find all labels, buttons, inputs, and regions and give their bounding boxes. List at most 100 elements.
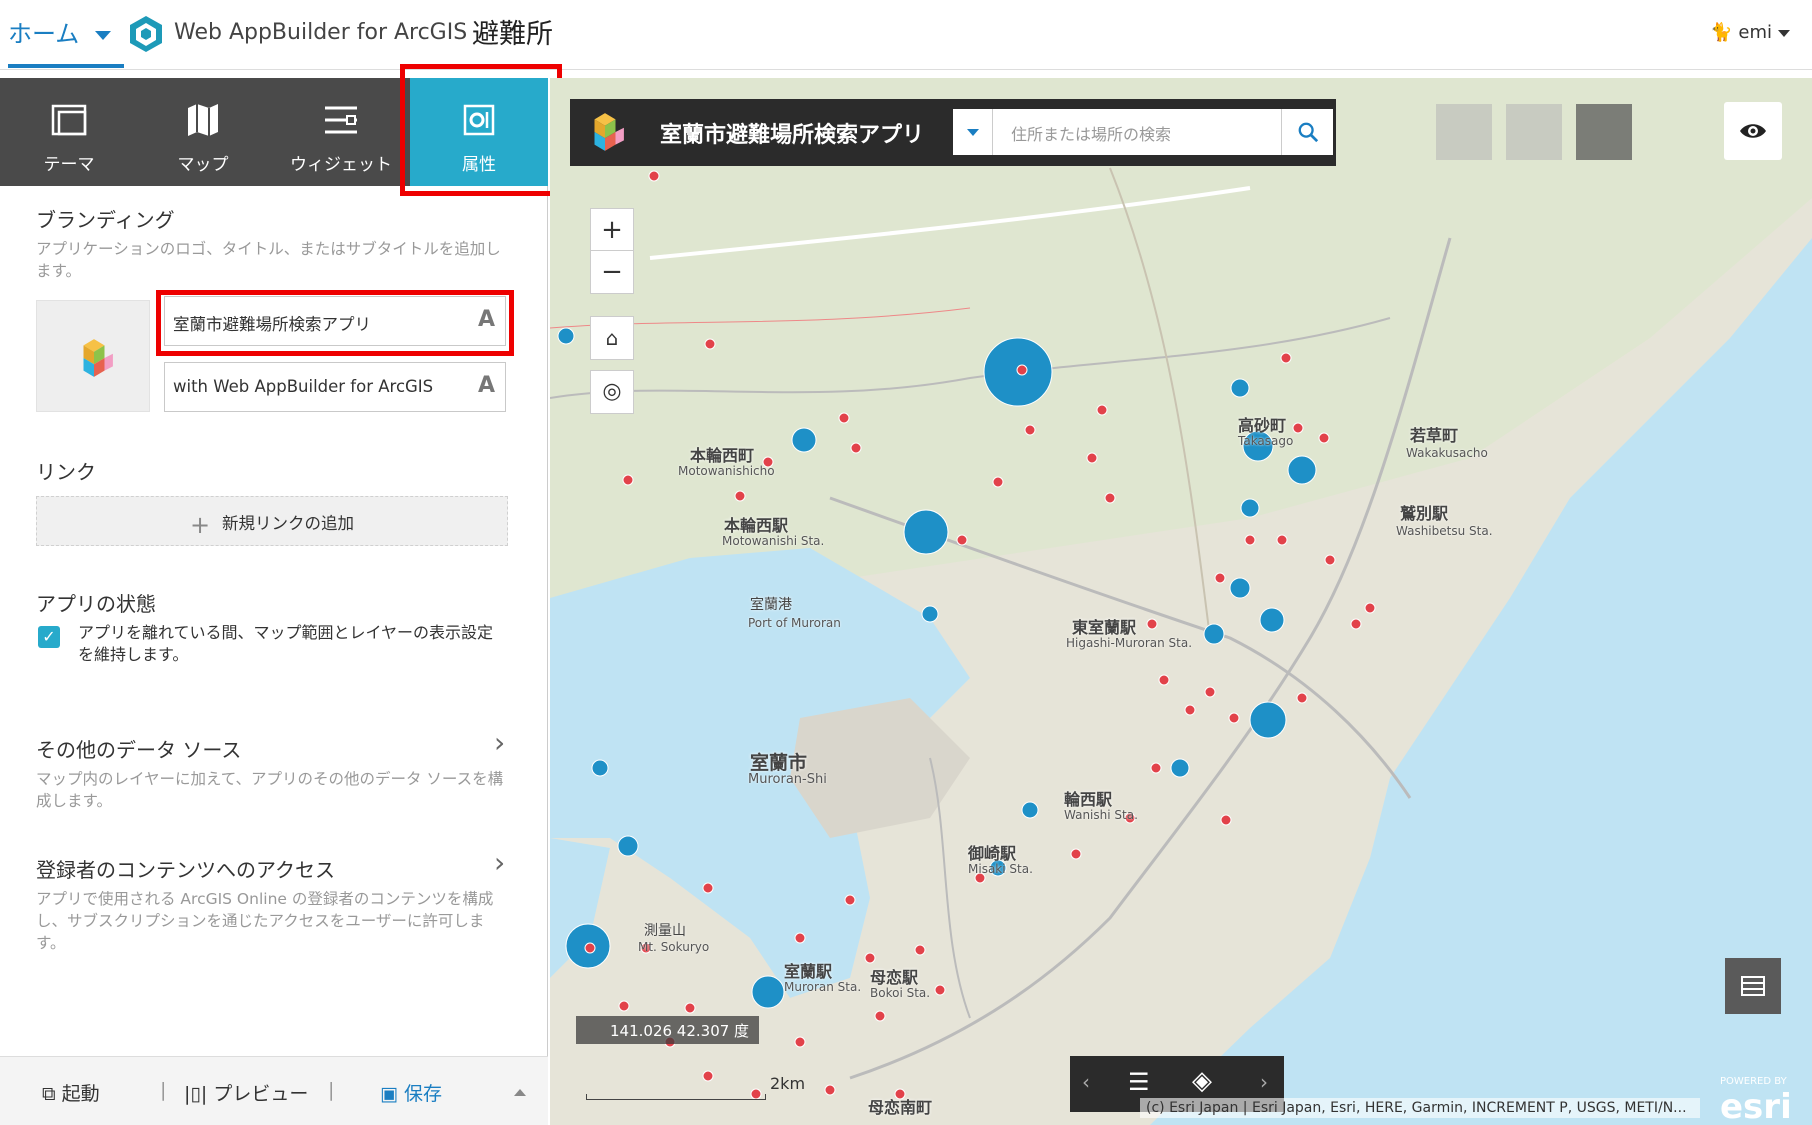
save-button[interactable]: ▣ 保存: [380, 1079, 442, 1106]
launch-label[interactable]: 起動: [62, 1083, 100, 1105]
app-subtitle-value[interactable]: with Web AppBuilder for ArcGIS: [173, 377, 433, 396]
facility-points-layer: [557, 170, 1376, 1100]
tab-map[interactable]: マップ: [134, 78, 272, 186]
map-label: 母恋駅: [870, 968, 919, 987]
tab-widget[interactable]: ウィジェット: [272, 78, 410, 186]
esri-powered-by: POWERED BY: [1720, 1076, 1787, 1087]
highlight-box: [156, 290, 514, 356]
separator: |: [328, 1079, 335, 1101]
save-label[interactable]: 保存: [404, 1083, 442, 1105]
tab-theme[interactable]: テーマ: [0, 78, 138, 186]
home-label[interactable]: ホーム: [8, 20, 79, 48]
top-bar: ホーム Web AppBuilder for ArcGIS 避難所 🐈 emi: [0, 0, 1812, 70]
plus-icon: +: [189, 510, 211, 539]
scale-bar: [586, 1094, 766, 1100]
chevron-down-icon[interactable]: [1778, 29, 1790, 37]
map-label-sub: Washibetsu Sta.: [1396, 524, 1493, 538]
map-label: 鷲別駅: [1400, 504, 1449, 523]
save-icon: ▣: [380, 1083, 398, 1105]
subscriber-title[interactable]: 登録者のコンテンツへのアクセス: [36, 854, 335, 883]
search-icon: [1298, 122, 1319, 143]
map-label: 室蘭駅: [784, 962, 833, 981]
search-widget[interactable]: 住所または場所の検索: [953, 109, 1333, 155]
coordinate-text: 141.026 42.307 度: [610, 1022, 750, 1040]
app-logo-icon: [594, 113, 624, 151]
map-label-sub: Motowanishi Sta.: [722, 534, 825, 548]
home-button[interactable]: ⌂: [590, 316, 634, 360]
chevron-right-icon[interactable]: ›: [494, 726, 505, 759]
map-label-sub: Muroran-Shi: [748, 772, 827, 787]
search-button[interactable]: [1281, 109, 1333, 155]
map-label-sub: Motowanishicho: [678, 464, 775, 478]
search-source-dropdown[interactable]: [953, 109, 993, 155]
map-label: 測量山: [644, 923, 686, 939]
app-logo[interactable]: [36, 300, 150, 412]
layers-icon[interactable]: ◈: [1192, 1066, 1212, 1096]
home-menu[interactable]: ホーム: [8, 14, 112, 49]
keep-state-checkbox[interactable]: ✓: [38, 626, 60, 648]
app-logo-icon: [83, 339, 113, 377]
highlight-box: [400, 64, 562, 196]
map-label: 本輪西駅: [724, 516, 789, 535]
map-label-sub: Wakakusacho: [1406, 446, 1488, 460]
map-label-sub: Port of Muroran: [748, 616, 841, 630]
home-icon: ⌂: [605, 326, 619, 350]
tab-label: テーマ: [43, 155, 95, 175]
esri-label: esri: [1720, 1087, 1792, 1125]
attribute-table-button[interactable]: [1725, 958, 1781, 1014]
tab-label: マップ: [177, 155, 229, 175]
add-link-button[interactable]: + 新規リンクの追加: [36, 496, 508, 546]
map-label: 母恋南町: [868, 1098, 933, 1117]
map-label: 高砂町: [1238, 416, 1287, 435]
data-sources-title[interactable]: その他のデータ ソース: [36, 734, 241, 763]
map-label-sub: Muroran Sta.: [784, 980, 862, 994]
add-link-label: 新規リンクの追加: [222, 514, 355, 533]
eye-icon: [1740, 124, 1766, 138]
coordinate-readout: 141.026 42.307 度: [576, 1016, 760, 1044]
map-label: 御崎駅: [968, 844, 1017, 863]
separator: |: [160, 1079, 167, 1101]
links-title: リンク: [36, 460, 96, 484]
crosshair-icon: ◎: [602, 379, 622, 404]
search-input[interactable]: 住所または場所の検索: [1011, 121, 1171, 145]
chevron-right-icon[interactable]: ›: [1260, 1070, 1268, 1094]
map-label-sub: Wanishi Sta.: [1064, 808, 1138, 822]
map-view[interactable]: 室蘭市 Muroran-Shi 本輪西町 Motowanishicho 本輪西駅…: [550, 78, 1812, 1125]
app-header-widget: 室蘭市避難場所検索アプリ 住所または場所の検索: [570, 99, 1336, 166]
keep-state-label: アプリを離れている間、マップ範囲とレイヤーの表示設定を維持します。: [78, 623, 494, 664]
preview-button[interactable]: |▯| プレビュー: [184, 1079, 308, 1106]
my-location-button[interactable]: ◎: [590, 370, 634, 414]
builder-panel: テーマ マップ ウィジェット 属性 ブランディング アプリケーションのロゴ、タイ…: [0, 64, 562, 1125]
map-label-sub: Bokoi Sta.: [870, 986, 931, 1000]
user-name[interactable]: emi: [1738, 22, 1772, 43]
font-style-icon[interactable]: A: [478, 373, 495, 398]
map-label-sub: Mt. Sokuryo: [638, 940, 710, 954]
header-icon-button[interactable]: [1506, 104, 1562, 160]
branding-title: ブランディング: [36, 208, 175, 232]
web-appbuilder-logo-icon: [130, 16, 162, 52]
chevron-left-icon[interactable]: ‹: [1082, 1070, 1090, 1094]
chevron-up-icon[interactable]: [514, 1089, 526, 1096]
preview-label[interactable]: プレビュー: [213, 1083, 308, 1105]
map-label-sub: Misaki Sta.: [968, 862, 1033, 876]
map-label: 本輪西町: [690, 446, 755, 465]
locate-feature-button[interactable]: [1576, 104, 1632, 160]
launch-button[interactable]: ⧉ 起動: [42, 1079, 100, 1106]
zoom-out-button[interactable]: −: [590, 250, 634, 294]
visibility-toggle-button[interactable]: [1724, 102, 1782, 160]
app-subtitle-input[interactable]: with Web AppBuilder for ArcGIS A: [164, 362, 506, 412]
map-label: 東室蘭駅: [1072, 618, 1137, 637]
preview-icon: |▯|: [184, 1083, 208, 1105]
chevron-right-icon[interactable]: ›: [494, 846, 505, 879]
branding-desc: アプリケーションのロゴ、タイトル、またはサブタイトルを追加します。: [36, 240, 501, 280]
zoom-in-button[interactable]: +: [590, 208, 634, 252]
user-menu[interactable]: 🐈 emi: [1710, 22, 1790, 43]
legend-icon[interactable]: ☰: [1128, 1068, 1150, 1096]
table-icon: [1741, 976, 1765, 996]
user-icon: 🐈: [1710, 22, 1733, 43]
header-icon-button[interactable]: [1436, 104, 1492, 160]
data-sources-desc: マップ内のレイヤーに加えて、アプリのその他のデータ ソースを構成します。: [36, 770, 504, 810]
subscriber-desc: アプリで使用される ArcGIS Online の登録者のコンテンツを構成し、サ…: [36, 890, 494, 952]
chevron-down-icon[interactable]: [95, 30, 112, 40]
app-state-title: アプリの状態: [36, 592, 156, 616]
